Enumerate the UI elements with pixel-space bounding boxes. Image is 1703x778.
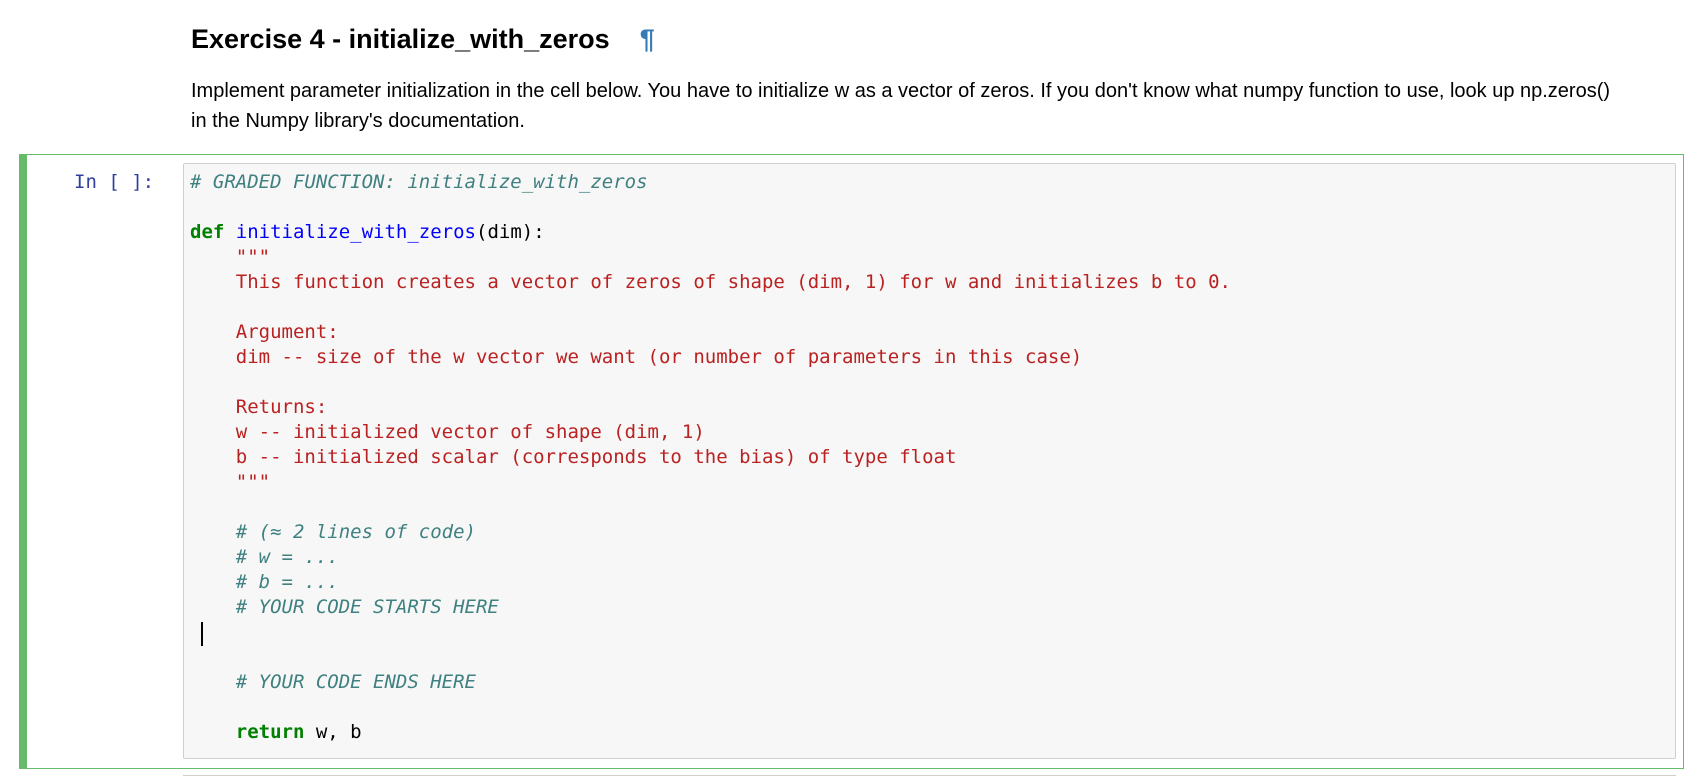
heading-text: Exercise 4 - initialize_with_zeros [191, 24, 610, 54]
code-comment: # GRADED FUNCTION: initialize_with_zeros [190, 171, 648, 193]
input-prompt: In [ ]: [74, 171, 155, 193]
docstring-line: Returns: [190, 396, 328, 418]
code-keyword: return [235, 721, 305, 743]
code-line: Argument: [190, 320, 1231, 345]
exercise-description: Implement parameter initialization in th… [191, 80, 1611, 132]
code-comment: # b = ... [190, 571, 339, 593]
code-line: # GRADED FUNCTION: initialize_with_zeros [190, 170, 1231, 195]
docstring-line: """ [190, 471, 271, 493]
code-content[interactable]: # GRADED FUNCTION: initialize_with_zeros… [190, 170, 1231, 745]
code-line: b -- initialized scalar (corresponds to … [190, 445, 1231, 470]
code-line: This function creates a vector of zeros … [190, 270, 1231, 295]
code-comment: # YOUR CODE ENDS HERE [190, 671, 476, 693]
code-line: def initialize_with_zeros(dim): [190, 220, 1231, 245]
pilcrow-anchor-link[interactable]: ¶ [640, 24, 655, 54]
code-line: # (≈ 2 lines of code) [190, 520, 1231, 545]
code-text: w, b [304, 721, 362, 743]
docstring-line: Argument: [190, 321, 339, 343]
docstring-line: b -- initialized scalar (corresponds to … [190, 446, 957, 468]
code-comment: # w = ... [190, 546, 339, 568]
code-keyword: def [190, 221, 225, 243]
code-line: # YOUR CODE ENDS HERE [190, 670, 1231, 695]
code-line: # b = ... [190, 570, 1231, 595]
code-line: # w = ... [190, 545, 1231, 570]
docstring-line: This function creates a vector of zeros … [190, 271, 1231, 293]
code-line: dim -- size of the w vector we want (or … [190, 345, 1231, 370]
exercise-heading: Exercise 4 - initialize_with_zeros ¶ [191, 22, 655, 56]
code-line: return w, b [190, 720, 1231, 745]
text-cursor [201, 622, 203, 646]
code-comment: # YOUR CODE STARTS HERE [190, 596, 499, 618]
code-comment: # (≈ 2 lines of code) [190, 521, 476, 543]
function-name: initialize_with_zeros [235, 221, 476, 243]
code-line: w -- initialized vector of shape (dim, 1… [190, 420, 1231, 445]
code-line: Returns: [190, 395, 1231, 420]
code-line: # YOUR CODE STARTS HERE [190, 595, 1231, 620]
code-line: """ [190, 245, 1231, 270]
docstring-line: w -- initialized vector of shape (dim, 1… [190, 421, 705, 443]
code-line: """ [190, 470, 1231, 495]
docstring-line: dim -- size of the w vector we want (or … [190, 346, 1083, 368]
code-text: (dim): [476, 221, 545, 243]
docstring-line: """ [190, 246, 271, 268]
